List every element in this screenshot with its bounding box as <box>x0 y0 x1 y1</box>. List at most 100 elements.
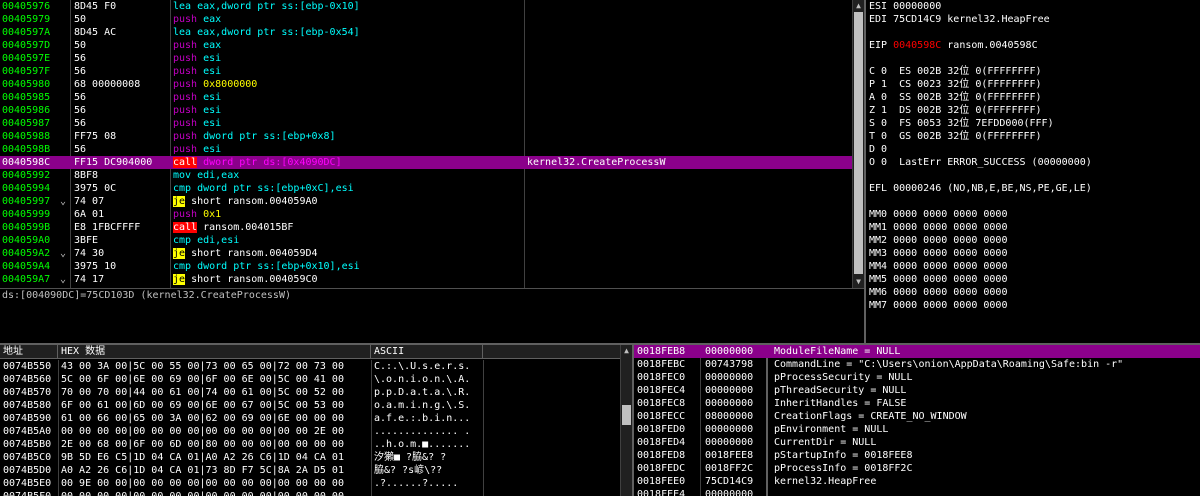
dump-row[interactable]: 0074B570 70 00 70 00|44 00 61 00|74 00 61… <box>0 386 620 399</box>
disasm-address[interactable]: 00405979 <box>2 13 68 26</box>
stack-address[interactable]: 0018FEC0 <box>637 371 699 384</box>
stack-row[interactable]: 0018FEB8 00000000 ModuleFileName = NULL <box>634 345 1200 358</box>
register-value[interactable]: 0040598C <box>893 40 941 51</box>
disasm-instruction[interactable]: cmp dword ptr ss:[ebp+0xC],esi <box>173 182 523 195</box>
dump-row[interactable]: 0074B560 5C 00 6F 00|6E 00 69 00|6F 00 6E… <box>0 373 620 386</box>
dump-header-hex[interactable]: HEX 数据 <box>58 345 371 359</box>
disasm-instruction[interactable]: push esi <box>173 65 523 78</box>
disasm-row[interactable]: 00405986 56 push esi <box>0 104 852 117</box>
disasm-address[interactable]: 00405994 <box>2 182 68 195</box>
disasm-instruction[interactable]: push 0x8000000 <box>173 78 523 91</box>
disasm-address[interactable]: 0040598B <box>2 143 68 156</box>
stack-row[interactable]: 0018FED0 00000000 pEnvironment = NULL <box>634 423 1200 436</box>
register-line[interactable]: MM7 0000 0000 0000 0000 <box>869 299 1200 312</box>
stack-value[interactable]: 00000000 <box>705 436 765 449</box>
dump-hex[interactable]: 61 00 66 00|65 00 3A 00|62 00 69 00|6E 0… <box>61 412 369 425</box>
disasm-instruction[interactable]: push esi <box>173 91 523 104</box>
disasm-row[interactable]: 004059A0 3BFE cmp edi,esi <box>0 234 852 247</box>
register-line[interactable]: MM6 0000 0000 0000 0000 <box>869 286 1200 299</box>
register-line[interactable]: EDI 75CD14C9 kernel32.HeapFree <box>869 13 1200 26</box>
stack-row[interactable]: 0018FED4 00000000 CurrentDir = NULL <box>634 436 1200 449</box>
dump-address[interactable]: 0074B5E0 <box>3 477 58 490</box>
register-line[interactable]: MM1 0000 0000 0000 0000 <box>869 221 1200 234</box>
disasm-row[interactable]: 00405976 8D45 F0 lea eax,dword ptr ss:[ebp… <box>0 0 852 13</box>
disasm-instruction[interactable]: lea eax,dword ptr ss:[ebp-0x54] <box>173 26 523 39</box>
stack-address[interactable]: 0018FED4 <box>637 436 699 449</box>
disasm-address[interactable]: 0040598C <box>2 156 68 169</box>
scroll-thumb[interactable] <box>622 405 631 425</box>
dump-hex[interactable]: 70 00 70 00|44 00 61 00|74 00 61 00|5C 0… <box>61 386 369 399</box>
dump-hex[interactable]: 9B 5D E6 C5|1D 04 CA 01|A0 A2 26 C6|1D 0… <box>61 451 369 464</box>
stack-address[interactable]: 0018FEE4 <box>637 488 699 496</box>
stack-value[interactable]: 00743798 <box>705 358 765 371</box>
disasm-instruction[interactable]: push eax <box>173 13 523 26</box>
dump-address[interactable]: 0074B5C0 <box>3 451 58 464</box>
register-line[interactable]: EIP 0040598C ransom.0040598C <box>869 39 1200 52</box>
stack-value[interactable]: 75CD14C9 <box>705 475 765 488</box>
stack-row[interactable]: 0018FEDC 0018FF2C pProcessInfo = 0018FF2C <box>634 462 1200 475</box>
disasm-address[interactable]: 00405980 <box>2 78 68 91</box>
disasm-address[interactable]: 00405985 <box>2 91 68 104</box>
dump-hex[interactable]: 00 00 00 00|00 00 00 00|00 00 00 00|00 0… <box>61 425 369 438</box>
scroll-up-icon[interactable]: ▲ <box>853 0 864 11</box>
register-line[interactable]: MM2 0000 0000 0000 0000 <box>869 234 1200 247</box>
stack-value[interactable]: 00000000 <box>705 423 765 436</box>
disasm-address[interactable]: 00405999 <box>2 208 68 221</box>
disasm-address[interactable]: 00405988 <box>2 130 68 143</box>
disasm-address[interactable]: 004059A7 <box>2 273 68 286</box>
disasm-instruction[interactable]: je short ransom.004059A0 <box>173 195 523 208</box>
disasm-instruction[interactable]: call dword ptr ds:[0x4090DC] <box>173 156 523 169</box>
disasm-row[interactable]: 0040597D 50 push eax <box>0 39 852 52</box>
stack-address[interactable]: 0018FECC <box>637 410 699 423</box>
disasm-row[interactable]: 00405992 8BF8 mov edi,eax <box>0 169 852 182</box>
disasm-row[interactable]: 00405987 56 push esi <box>0 117 852 130</box>
register-line[interactable]: C 0 ES 002B 32位 0(FFFFFFFF) <box>869 65 1200 78</box>
dump-scrollbar[interactable]: ▲ <box>620 345 632 496</box>
stack-address[interactable]: 0018FEC4 <box>637 384 699 397</box>
stack-address[interactable]: 0018FEC8 <box>637 397 699 410</box>
dump-row[interactable]: 0074B5E0 00 9E 00 00|00 00 00 00|00 00 00… <box>0 477 620 490</box>
disasm-address[interactable]: 00405992 <box>2 169 68 182</box>
register-line[interactable]: MM5 0000 0000 0000 0000 <box>869 273 1200 286</box>
disasm-row[interactable]: 00405979 50 push eax <box>0 13 852 26</box>
dump-address[interactable]: 0074B5F0 <box>3 490 58 496</box>
dump-row[interactable]: 0074B5B0 2E 00 68 00|6F 00 6D 00|80 00 00… <box>0 438 620 451</box>
dump-hex[interactable]: 6F 00 61 00|6D 00 69 00|6E 00 67 00|5C 0… <box>61 399 369 412</box>
disasm-address[interactable]: 0040597D <box>2 39 68 52</box>
disasm-row[interactable]: 0040597E 56 push esi <box>0 52 852 65</box>
disasm-address[interactable]: 0040597F <box>2 65 68 78</box>
disasm-row[interactable]: 00405994 3975 0C cmp dword ptr ss:[ebp+0xC… <box>0 182 852 195</box>
disasm-address[interactable]: 00405986 <box>2 104 68 117</box>
stack-row[interactable]: 0018FED8 0018FEE8 pStartupInfo = 0018FEE8 <box>634 449 1200 462</box>
stack-value[interactable]: 0018FF2C <box>705 462 765 475</box>
disasm-row[interactable]: 004059A2 ⌄ 74 30 je short ransom.004059D4 <box>0 247 852 260</box>
dump-hex[interactable]: 43 00 3A 00|5C 00 55 00|73 00 65 00|72 0… <box>61 360 369 373</box>
stack-row[interactable]: 0018FECC 08000000 CreationFlags = CREATE_N… <box>634 410 1200 423</box>
disasm-instruction[interactable]: je short ransom.004059C0 <box>173 273 523 286</box>
disasm-address[interactable]: 0040599B <box>2 221 68 234</box>
dump-row[interactable]: 0074B590 61 00 66 00|65 00 3A 00|62 00 69… <box>0 412 620 425</box>
dump-row[interactable]: 0074B5D0 A0 A2 26 C6|1D 04 CA 01|73 8D F7… <box>0 464 620 477</box>
register-line[interactable]: O 0 LastErr ERROR_SUCCESS (00000000) <box>869 156 1200 169</box>
disasm-address[interactable]: 00405997 <box>2 195 68 208</box>
stack-address[interactable]: 0018FEE0 <box>637 475 699 488</box>
dump-header-ascii[interactable]: ASCII <box>371 345 483 359</box>
dump-address[interactable]: 0074B560 <box>3 373 58 386</box>
disasm-instruction[interactable]: lea eax,dword ptr ss:[ebp-0x10] <box>173 0 523 13</box>
dump-address[interactable]: 0074B5B0 <box>3 438 58 451</box>
dump-pane[interactable]: 0074B550 43 00 3A 00|5C 00 55 00|73 00 65… <box>0 360 620 496</box>
stack-address[interactable]: 0018FEDC <box>637 462 699 475</box>
disasm-row[interactable]: 00405985 56 push esi <box>0 91 852 104</box>
stack-value[interactable]: 00000000 <box>705 488 765 496</box>
register-line[interactable] <box>869 169 1200 182</box>
disasm-instruction[interactable]: call ransom.004015BF <box>173 221 523 234</box>
disasm-row[interactable]: 004059A7 ⌄ 74 17 je short ransom.004059C0 <box>0 273 852 286</box>
scroll-down-icon[interactable]: ▼ <box>853 276 864 287</box>
register-line[interactable]: Z 1 DS 002B 32位 0(FFFFFFFF) <box>869 104 1200 117</box>
dump-row[interactable]: 0074B5F000 00 00 00|00 00 00 00|00 00 00… <box>0 490 620 496</box>
disasm-instruction[interactable]: je short ransom.004059D4 <box>173 247 523 260</box>
disassembly-pane[interactable]: 00405976 8D45 F0 lea eax,dword ptr ss:[ebp… <box>0 0 852 288</box>
register-line[interactable]: MM4 0000 0000 0000 0000 <box>869 260 1200 273</box>
disasm-row[interactable]: 00405988 FF75 08 push dword ptr ss:[ebp+0x… <box>0 130 852 143</box>
disasm-instruction[interactable]: mov edi,eax <box>173 169 523 182</box>
